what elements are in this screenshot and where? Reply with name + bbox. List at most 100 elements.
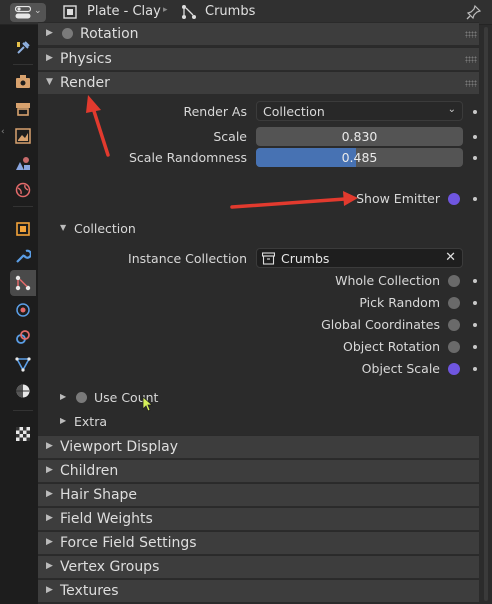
drag-grip-icon[interactable] xyxy=(465,80,477,87)
chevron-down-icon: ⌄ xyxy=(447,104,456,115)
output-tab-icon xyxy=(16,103,30,116)
subpanel-extra-header[interactable]: ▶ Extra xyxy=(38,411,479,433)
whole-collection-checkbox[interactable] xyxy=(448,275,460,287)
keyframe-dot-icon[interactable] xyxy=(473,197,477,201)
texture-tab-icon xyxy=(16,427,30,441)
subpanel-collection-header[interactable]: ▼ Collection xyxy=(38,218,479,240)
scale-randomness-value: 0.485 xyxy=(341,150,378,165)
data-tab-icon xyxy=(15,357,31,372)
whole-collection-label: Whole Collection xyxy=(335,273,440,288)
collapsed-triangle-icon: ▶ xyxy=(46,585,53,595)
collapsed-triangle-icon: ▶ xyxy=(46,513,53,523)
object-rotation-checkbox[interactable] xyxy=(448,341,460,353)
keyframe-dot-icon[interactable] xyxy=(473,110,477,114)
keyframe-dot-icon[interactable] xyxy=(473,345,477,349)
view-layer-tab-icon xyxy=(15,128,31,144)
pick-random-label: Pick Random xyxy=(359,295,440,310)
rotation-toggle-checkbox[interactable] xyxy=(62,28,73,39)
collapsed-triangle-icon: ▶ xyxy=(46,465,53,475)
tab-texture[interactable] xyxy=(10,421,36,447)
modifiers-tab-icon xyxy=(16,249,31,263)
keyframe-dot-icon[interactable] xyxy=(473,367,477,371)
panel-vertex-groups-header[interactable]: ▶ Vertex Groups xyxy=(38,555,479,578)
properties-main-panel: ▶ Rotation ▶ Physics ▼ Render Render As … xyxy=(38,22,492,604)
instance-collection-field[interactable]: Crumbs ✕ xyxy=(256,248,463,268)
panel-force-field-settings-header[interactable]: ▶ Force Field Settings xyxy=(38,531,479,554)
tab-data[interactable] xyxy=(10,351,36,377)
pick-random-checkbox[interactable] xyxy=(448,297,460,309)
scrollbar[interactable] xyxy=(484,27,488,601)
panel-rotation-label: Rotation xyxy=(80,26,139,42)
properties-tab-strip: ‹ xyxy=(0,25,38,604)
keyframe-dot-icon[interactable] xyxy=(473,301,477,305)
render-as-dropdown[interactable]: Collection ⌄ xyxy=(256,101,463,121)
tab-render[interactable] xyxy=(10,69,36,95)
scale-randomness-slider[interactable]: 0.485 xyxy=(256,148,463,167)
global-coordinates-checkbox[interactable] xyxy=(448,319,460,331)
tab-scene[interactable] xyxy=(10,150,36,176)
panel-textures-label: Textures xyxy=(60,583,119,599)
material-tab-icon xyxy=(16,384,30,398)
expanded-triangle-icon: ▼ xyxy=(46,77,53,87)
panel-field-weights-header[interactable]: ▶ Field Weights xyxy=(38,507,479,530)
show-emitter-checkbox[interactable] xyxy=(448,193,460,205)
clear-x-icon[interactable]: ✕ xyxy=(445,250,456,265)
drag-grip-icon[interactable] xyxy=(465,56,477,63)
panel-rotation-header[interactable]: ▶ Rotation xyxy=(38,22,479,45)
render-as-label: Render As xyxy=(183,104,247,119)
collapsed-triangle-icon: ▶ xyxy=(60,392,67,401)
tab-particles[interactable] xyxy=(10,270,36,296)
collapsed-triangle-icon: ▶ xyxy=(46,28,53,38)
scale-value: 0.830 xyxy=(341,129,378,144)
keyframe-dot-icon[interactable] xyxy=(473,156,477,160)
editor-type-button[interactable]: ⌄ xyxy=(10,3,46,22)
panel-force-field-settings-label: Force Field Settings xyxy=(60,535,197,551)
tab-output[interactable] xyxy=(10,96,36,122)
keyframe-dot-icon[interactable] xyxy=(473,279,477,283)
panel-render-header[interactable]: ▼ Render xyxy=(38,71,479,94)
expanded-triangle-icon: ▼ xyxy=(60,223,67,232)
subpanel-use-count-header[interactable]: ▶ Use Count xyxy=(38,387,479,409)
tab-world[interactable] xyxy=(10,177,36,203)
pin-icon[interactable] xyxy=(466,4,482,20)
collapsed-triangle-icon: ▶ xyxy=(46,489,53,499)
panel-render-label: Render xyxy=(60,75,110,91)
panel-vertex-groups-label: Vertex Groups xyxy=(60,559,160,575)
object-icon xyxy=(63,5,77,19)
use-count-checkbox[interactable] xyxy=(76,392,87,403)
tab-constraints[interactable] xyxy=(10,324,36,350)
breadcrumb-particle-system: Crumbs xyxy=(205,4,256,19)
collapsed-triangle-icon: ▶ xyxy=(60,416,67,425)
object-tab-icon xyxy=(16,222,30,236)
collapse-arrow-icon[interactable]: ‹ xyxy=(1,127,5,137)
breadcrumb-separator-icon: ▸ xyxy=(163,5,168,15)
panel-textures-header[interactable]: ▶ Textures xyxy=(38,579,479,602)
scale-field[interactable]: 0.830 xyxy=(256,127,463,146)
panel-children-label: Children xyxy=(60,463,119,479)
panel-physics-header[interactable]: ▶ Physics xyxy=(38,47,479,70)
panel-hair-shape-header[interactable]: ▶ Hair Shape xyxy=(38,483,479,506)
instance-collection-value: Crumbs xyxy=(281,251,330,266)
drag-grip-icon[interactable] xyxy=(465,31,477,38)
collection-box-icon xyxy=(262,252,275,265)
panel-viewport-display-header[interactable]: ▶ Viewport Display xyxy=(38,435,479,458)
world-tab-icon xyxy=(15,182,31,198)
tab-modifiers[interactable] xyxy=(10,243,36,269)
tab-view-layer[interactable] xyxy=(10,123,36,149)
keyframe-dot-icon[interactable] xyxy=(473,323,477,327)
panel-physics-label: Physics xyxy=(60,51,112,67)
object-scale-checkbox[interactable] xyxy=(448,363,460,375)
tab-tool[interactable] xyxy=(10,35,36,61)
physics-tab-icon xyxy=(16,303,30,317)
keyframe-dot-icon[interactable] xyxy=(473,135,477,139)
show-emitter-label: Show Emitter xyxy=(356,191,440,206)
render-tab-icon xyxy=(16,75,30,88)
tab-physics[interactable] xyxy=(10,297,36,323)
tab-material[interactable] xyxy=(10,378,36,404)
properties-editor-icon xyxy=(15,6,31,19)
panel-viewport-display-label: Viewport Display xyxy=(60,439,178,455)
tab-object[interactable] xyxy=(10,216,36,242)
panel-children-header[interactable]: ▶ Children xyxy=(38,459,479,482)
render-as-value: Collection xyxy=(263,104,325,119)
collapsed-triangle-icon: ▶ xyxy=(46,537,53,547)
